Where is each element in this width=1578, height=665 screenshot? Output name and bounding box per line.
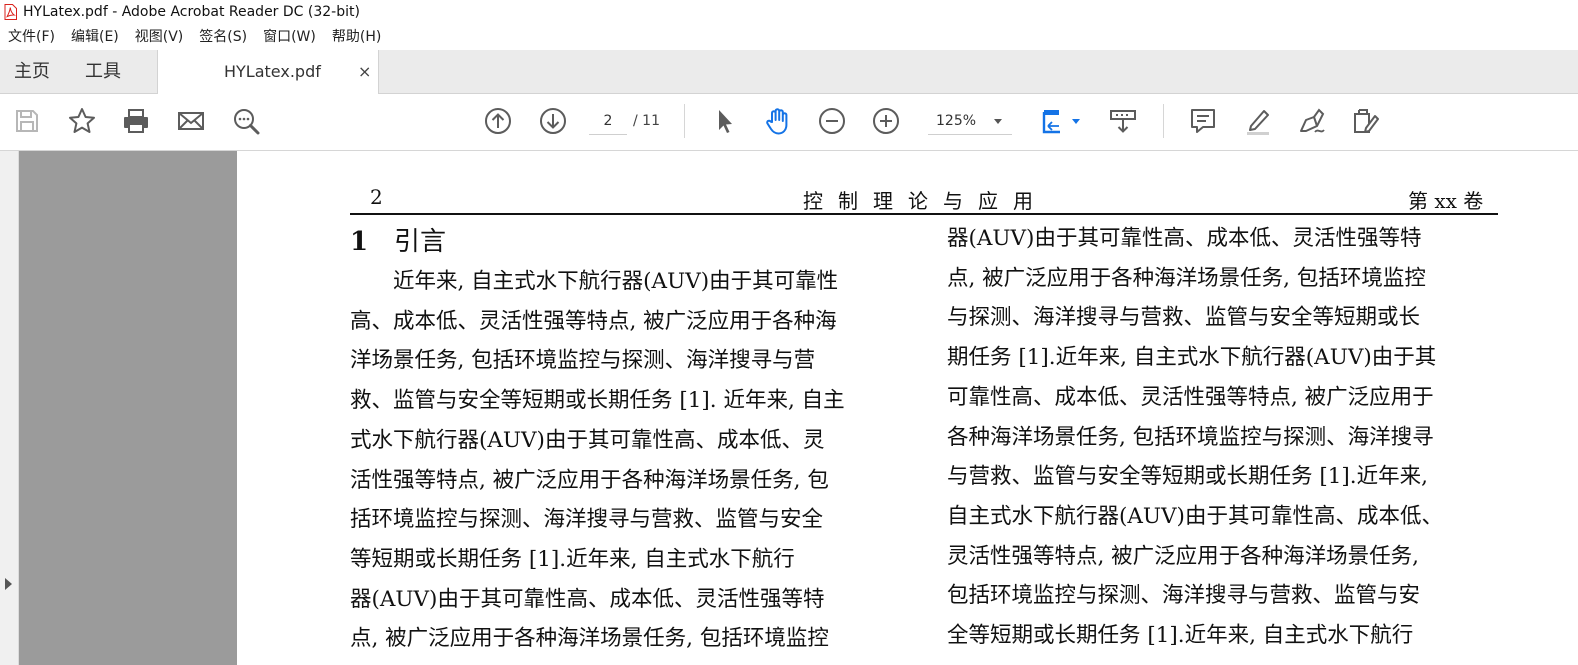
text-line: 式水下航行器(AUV)由于其可靠性高、成本低、灵 [350,427,825,453]
search-zoom-icon [234,109,260,135]
select-cursor-icon [719,110,732,133]
hand-tool-icon [766,108,788,135]
text-line: 救、监管与安全等短期或长期任务 [1]. 近年来, 自主 [350,388,845,414]
find-button[interactable] [229,104,263,138]
text-line: 器(AUV)由于其可靠性高、成本低、灵活性强等特 [350,586,825,612]
text-line: 洋场景任务, 包括环境监控与探测、海洋搜寻与营 [350,348,816,374]
text-line: 近年来, 自主式水下航行器(AUV)由于其可靠性 [350,269,839,294]
section-heading: 1 引言 [350,221,446,258]
right-column-text: 器(AUV)由于其可靠性高、成本低、灵活性强等特 点, 被广泛应用于各种海洋场景… [947,219,1499,656]
text-line: 包括环境监控与探测、海洋搜寻与营救、监管与安 [947,583,1421,609]
arrow-down-circle-icon [540,108,566,134]
text-line: 等短期或长期任务 [1].近年来, 自主式水下航行 [350,546,795,572]
menu-help[interactable]: 帮助(H) [324,24,389,50]
window-title: HYLatex.pdf - Adobe Acrobat Reader DC (3… [23,4,360,20]
save-button[interactable] [10,104,44,138]
edit-pdf-button[interactable] [1349,104,1383,138]
expand-arrow-icon [5,578,12,590]
fit-page-icon [1042,110,1060,134]
document-background [19,151,237,665]
text-line: 器(AUV)由于其可靠性高、成本低、灵活性强等特 [947,226,1422,251]
left-column-text: 近年来, 自主式水下航行器(AUV)由于其可靠性 高、成本低、灵活性强等特点, … [350,262,902,659]
chevron-down-icon[interactable] [1072,119,1080,124]
chevron-down-icon [994,119,1002,124]
text-line: 灵活性强等特点, 被广泛应用于各种海洋场景任务, [947,543,1420,569]
email-icon [178,112,204,130]
tab-home[interactable]: 主页 [14,50,50,93]
text-line: 活性强等特点, 被广泛应用于各种海洋场景任务, 包 [350,467,829,493]
header-rule [350,213,1498,215]
title-bar: HYLatex.pdf - Adobe Acrobat Reader DC (3… [0,0,1578,24]
zoom-out-icon [819,108,845,134]
scroll-mode-icon [1110,110,1136,133]
hand-tool-button[interactable] [761,104,795,138]
tab-document-label: HYLatex.pdf [224,62,321,81]
menu-file[interactable]: 文件(F) [0,24,63,50]
print-button[interactable] [119,104,153,138]
page-fit-button[interactable] [1036,104,1070,138]
toolbar-divider [684,104,685,138]
close-tab-icon[interactable]: × [358,50,371,93]
page-header-journal: 控制理论与应用 [803,189,1048,213]
comment-icon [1191,109,1215,133]
zoom-in-button[interactable] [869,104,903,138]
select-tool-button[interactable] [707,104,741,138]
menu-bar: 文件(F) 编辑(E) 视图(V) 签名(S) 窗口(W) 帮助(H) [0,24,1578,50]
email-button[interactable] [174,104,208,138]
text-line: 与探测、海洋搜寻与营救、监管与安全等短期或长 [947,305,1421,331]
text-line: 各种海洋场景任务, 包括环境监控与探测、海洋搜寻 [947,424,1434,450]
tab-strip: 主页 工具 HYLatex.pdf × [0,50,1578,94]
text-line: 括环境监控与探测、海洋搜寻与营救、监管与安全 [350,507,824,533]
scroll-mode-button[interactable] [1106,104,1140,138]
menu-view[interactable]: 视图(V) [127,24,192,50]
text-line: 自主式水下航行器(AUV)由于其可靠性高、成本低、 [947,503,1443,529]
text-line: 全等短期或长期任务 [1].近年来, 自主式水下航行 [947,623,1414,649]
tab-document[interactable]: HYLatex.pdf × [157,50,379,94]
zoom-level-value: 125% [936,113,977,129]
star-icon [69,108,95,133]
text-line: 与营救、监管与安全等短期或长期任务 [1].近年来, [947,464,1428,490]
menu-edit[interactable]: 编辑(E) [63,24,127,50]
highlight-icon [1247,110,1269,135]
next-page-button[interactable] [536,104,570,138]
text-line: 点, 被广泛应用于各种海洋场景任务, 包括环境监控 [947,265,1426,291]
text-line: 可靠性高、成本低、灵活性强等特点, 被广泛应用于 [947,384,1434,410]
page-total: / 11 [633,113,660,129]
comment-button[interactable] [1186,104,1220,138]
pdf-page: 2 控制理论与应用 第 xx 卷 1 引言 近年来, 自主式水下航行器(AUV)由… [237,151,1578,665]
section-title: 引言 [394,227,447,257]
pdf-file-icon [4,4,17,20]
arrow-up-circle-icon [485,108,511,134]
text-line: 高、成本低、灵活性强等特点, 被广泛应用于各种海 [350,308,837,334]
toolbar: / 11 125% [0,94,1578,151]
zoom-in-icon [873,108,899,134]
tab-tools[interactable]: 工具 [85,50,121,93]
menu-window[interactable]: 窗口(W) [255,24,324,50]
sign-button[interactable] [1295,104,1329,138]
section-number: 1 [350,227,369,257]
menu-sign[interactable]: 签名(S) [191,24,255,50]
text-line: 点, 被广泛应用于各种海洋场景任务, 包括环境监控 [350,626,829,652]
previous-page-button[interactable] [481,104,515,138]
page-header-volume: 第 xx 卷 [1408,189,1484,213]
print-icon [124,109,148,133]
zoom-out-button[interactable] [815,104,849,138]
save-icon [16,110,38,132]
toolbar-divider [1163,104,1164,138]
navigation-pane-toggle[interactable] [0,151,19,665]
page-header-number: 2 [370,185,383,209]
bookmark-star-button[interactable] [65,104,99,138]
text-line: 期任务 [1].近年来, 自主式水下航行器(AUV)由于其 [947,345,1437,371]
zoom-level-dropdown[interactable]: 125% [928,108,1012,135]
page-number-input[interactable] [589,108,627,135]
sign-icon [1300,108,1325,133]
edit-pdf-icon [1354,109,1379,133]
highlight-button[interactable] [1241,104,1275,138]
